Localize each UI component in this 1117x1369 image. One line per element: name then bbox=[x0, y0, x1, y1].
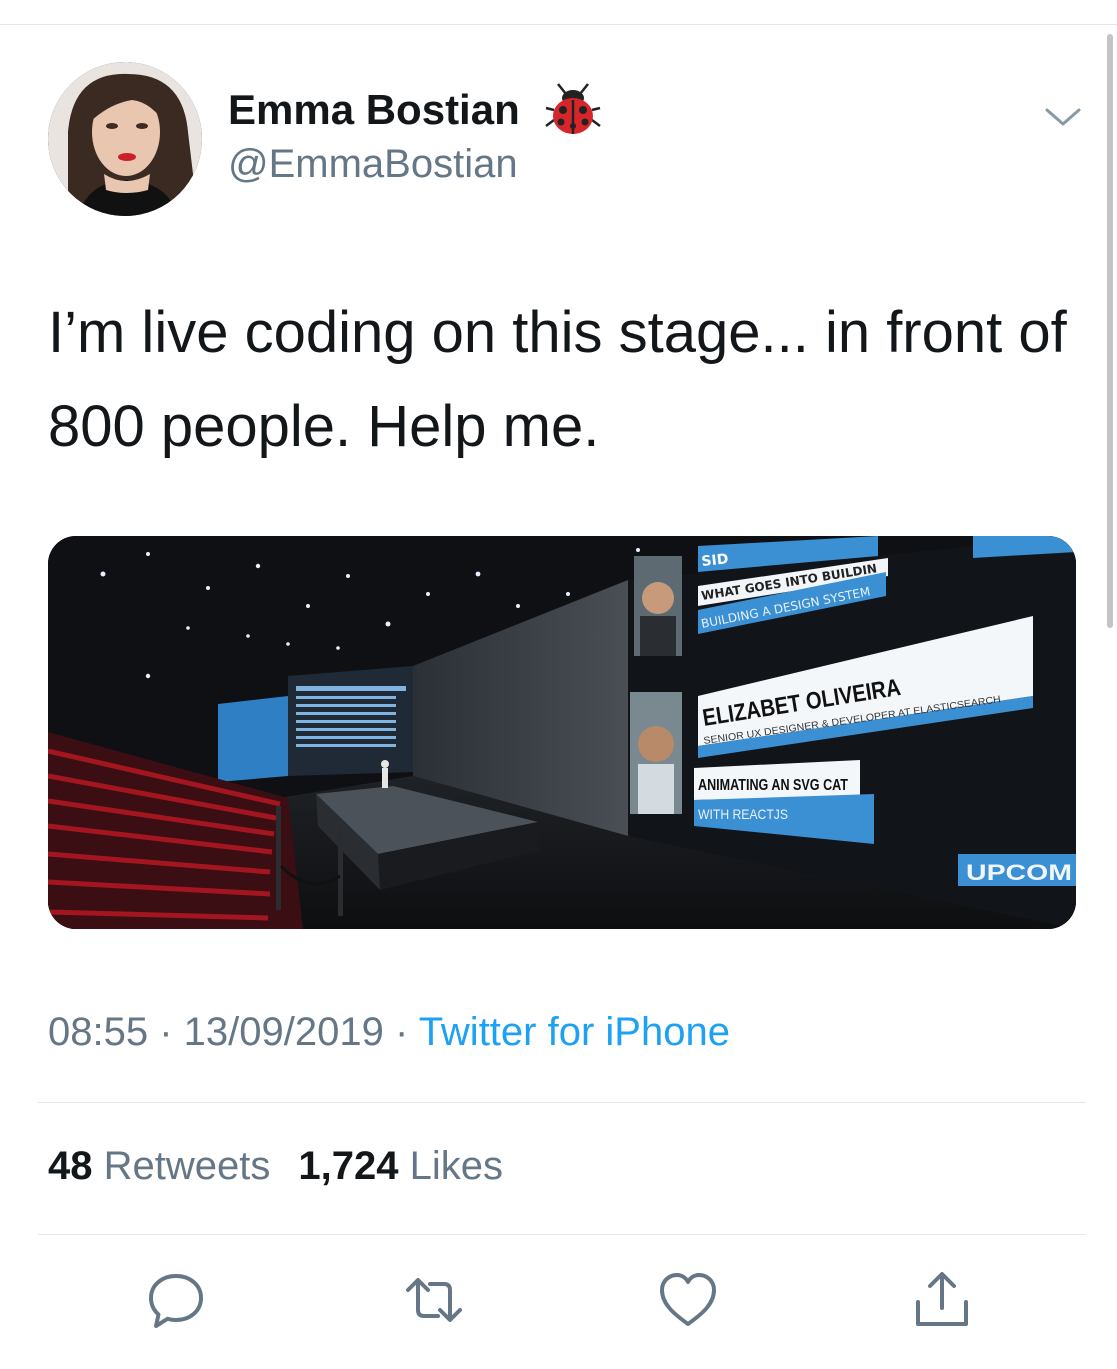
share-icon[interactable] bbox=[912, 1270, 972, 1330]
meta-separator: · bbox=[383, 1010, 419, 1054]
avatar[interactable] bbox=[48, 62, 202, 216]
chevron-down-icon[interactable] bbox=[1044, 102, 1082, 132]
ladybug-emoji bbox=[544, 80, 602, 138]
divider bbox=[38, 1234, 1086, 1235]
top-divider bbox=[0, 24, 1117, 25]
tweet-text: I’m live coding on this stage... in fron… bbox=[48, 300, 1067, 459]
tweet-source-link[interactable]: Twitter for iPhone bbox=[419, 1010, 730, 1054]
screen-prev-speaker: SID bbox=[701, 551, 729, 570]
tweet-photo[interactable]: SID WHAT GOES INTO BUILDIN BUILDING A DE… bbox=[48, 536, 1076, 929]
likes-stat[interactable]: 1,724 Likes bbox=[298, 1144, 503, 1188]
tweet-date: 13/09/2019 bbox=[183, 1010, 384, 1054]
screen-upcoming: UPCOM bbox=[966, 860, 1072, 885]
likes-label: Likes bbox=[409, 1144, 503, 1188]
like-icon[interactable] bbox=[658, 1270, 718, 1330]
tweet-time: 08:55 bbox=[48, 1010, 149, 1054]
scrollbar[interactable] bbox=[1107, 34, 1113, 628]
tweet-stats: 48 Retweets 1,724 Likes bbox=[48, 1144, 503, 1189]
retweets-stat[interactable]: 48 Retweets bbox=[48, 1144, 270, 1188]
retweets-count: 48 bbox=[48, 1144, 93, 1188]
author-handle[interactable]: @EmmaBostian bbox=[228, 142, 518, 187]
author-name[interactable]: Emma Bostian bbox=[228, 86, 520, 134]
tweet-timestamp: 08:55 · 13/09/2019 · Twitter for iPhone bbox=[48, 1010, 730, 1055]
likes-count: 1,724 bbox=[298, 1144, 399, 1188]
screen-talk-title-2: WITH REACTJS bbox=[698, 806, 788, 822]
meta-separator: · bbox=[148, 1010, 184, 1054]
reply-icon[interactable] bbox=[146, 1270, 206, 1330]
divider bbox=[38, 1102, 1086, 1103]
screen-talk-title-1: ANIMATING AN SVG CAT bbox=[698, 777, 848, 794]
retweets-label: Retweets bbox=[103, 1144, 271, 1188]
retweet-icon[interactable] bbox=[404, 1270, 464, 1330]
